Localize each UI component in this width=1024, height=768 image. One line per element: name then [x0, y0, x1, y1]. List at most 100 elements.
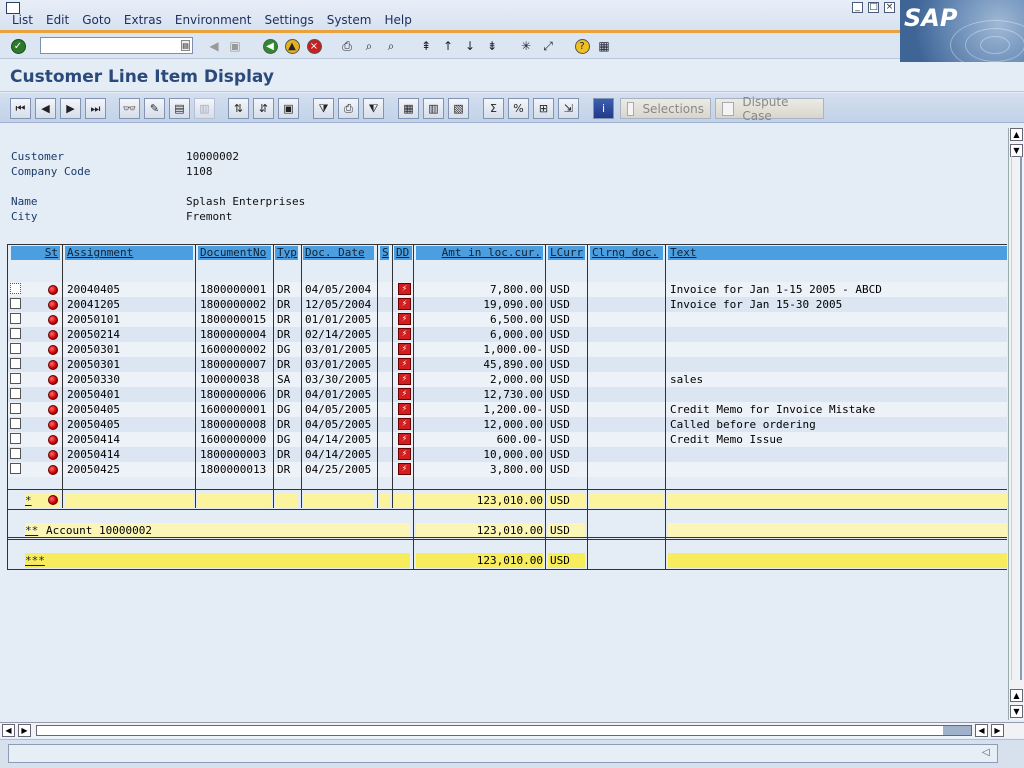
table-row[interactable]: 20050101 1800000015 DR 01/01/2005 ⚡ 6,500.00 U…: [7, 312, 1007, 327]
dispute-icon[interactable]: ⚡: [398, 448, 411, 460]
account-total-marker[interactable]: **: [25, 524, 45, 538]
dispute-icon[interactable]: ⚡: [398, 403, 411, 415]
table-row[interactable]: 20050330 100000038 SA 03/30/2005 ⚡ 2,000.00 US…: [7, 372, 1007, 387]
col-clearing-doc-header[interactable]: Clrng doc.: [590, 246, 663, 260]
table-row[interactable]: 20050301 1600000002 DG 03/01/2005 ⚡ 1,000.00-…: [7, 342, 1007, 357]
menu-extras[interactable]: Extras: [124, 13, 162, 27]
dispute-icon[interactable]: ⚡: [398, 283, 411, 295]
row-select-checkbox[interactable]: [10, 448, 21, 459]
col-doc-date-header[interactable]: Doc. Date: [303, 246, 374, 260]
grand-total-row[interactable]: *** 123,010.00 USD: [7, 553, 1007, 568]
command-field[interactable]: ▤: [40, 37, 193, 54]
next-item-icon[interactable]: ▶: [60, 98, 81, 119]
scroll-left-icon[interactable]: ◀: [2, 724, 15, 737]
row-select-checkbox[interactable]: [10, 388, 21, 399]
row-select-checkbox[interactable]: [10, 373, 21, 384]
scroll-up-icon[interactable]: ▲: [1010, 128, 1023, 141]
scroll-down-icon[interactable]: ▼: [1010, 705, 1023, 718]
exit-button[interactable]: ▲: [283, 37, 301, 55]
table-row[interactable]: 20050301 1800000007 DR 03/01/2005 ⚡ 45,890.00…: [7, 357, 1007, 372]
last-item-icon[interactable]: ⏭: [85, 98, 106, 119]
enter-button[interactable]: ✓: [9, 37, 27, 55]
horizontal-scroll-thumb[interactable]: [943, 726, 971, 735]
dispute-icon[interactable]: ⚡: [398, 433, 411, 445]
page-left-icon[interactable]: ▶: [18, 724, 31, 737]
customize-layout-icon[interactable]: ▦: [595, 37, 613, 55]
details-icon[interactable]: ▣: [278, 98, 299, 119]
first-item-icon[interactable]: ⏮: [10, 98, 31, 119]
menu-edit[interactable]: Edit: [46, 13, 69, 27]
cancel-button[interactable]: ×: [305, 37, 323, 55]
dispute-icon[interactable]: ⚡: [398, 418, 411, 430]
dispute-icon[interactable]: ⚡: [398, 358, 411, 370]
dispute-icon[interactable]: ⚡: [398, 313, 411, 325]
col-s-header[interactable]: S: [380, 246, 389, 260]
last-page-icon[interactable]: ⇟: [483, 37, 501, 55]
grid-layout-icon[interactable]: ▦: [398, 98, 419, 119]
filter-set-icon[interactable]: ⧨: [363, 98, 384, 119]
row-select-checkbox[interactable]: [10, 403, 21, 414]
minimize-icon[interactable]: _: [852, 2, 863, 13]
dispute-icon[interactable]: ⚡: [398, 298, 411, 310]
print-preview-icon[interactable]: ⎙: [338, 98, 359, 119]
menu-list[interactable]: List: [12, 13, 33, 27]
vertical-scroll-thumb[interactable]: [1011, 156, 1022, 680]
col-document-no-header[interactable]: DocumentNo: [198, 246, 271, 260]
command-history-icon[interactable]: ▤: [181, 40, 190, 51]
row-select-checkbox[interactable]: [10, 418, 21, 429]
col-status-header[interactable]: St: [11, 246, 60, 260]
dispute-icon[interactable]: ⚡: [398, 463, 411, 475]
create-session-icon[interactable]: ✳: [517, 37, 535, 55]
table-row[interactable]: 20050414 1600000000 DG 04/14/2005 ⚡ 600.00- US…: [7, 432, 1007, 447]
subtotal-marker[interactable]: *: [25, 494, 45, 508]
display-document-icon[interactable]: 👓: [119, 98, 140, 119]
menu-system[interactable]: System: [327, 13, 372, 27]
table-row[interactable]: 20040405 1800000001 DR 04/05/2004 ⚡ 7,800.00 U…: [7, 282, 1007, 297]
col-text-header[interactable]: Text: [668, 246, 1007, 260]
grand-total-marker[interactable]: ***: [25, 554, 49, 568]
col-dd-header[interactable]: DD: [394, 246, 412, 260]
account-total-row[interactable]: ** Account 10000002 123,010.00 USD: [7, 523, 1007, 538]
change-document-icon[interactable]: ✎: [144, 98, 165, 119]
filter-icon[interactable]: ⧩: [313, 98, 334, 119]
maximize-icon[interactable]: □: [868, 2, 879, 13]
page-down-icon[interactable]: ▲: [1010, 689, 1023, 702]
page-right-icon[interactable]: ◀: [975, 724, 988, 737]
row-select-checkbox[interactable]: [10, 343, 21, 354]
menu-environment[interactable]: Environment: [175, 13, 252, 27]
table-row[interactable]: 20050214 1800000004 DR 02/14/2005 ⚡ 6,000.00 U…: [7, 327, 1007, 342]
expand-icon[interactable]: ⊞: [533, 98, 554, 119]
find-icon[interactable]: ⌕: [360, 37, 378, 55]
menu-help[interactable]: Help: [384, 13, 411, 27]
col-amount-header[interactable]: Amt in loc.cur.: [416, 246, 543, 260]
vertical-scrollbar[interactable]: ▲ ▼ ▲ ▼: [1008, 128, 1024, 720]
row-select-checkbox[interactable]: [10, 433, 21, 444]
row-select-checkbox[interactable]: [10, 283, 21, 294]
menu-goto[interactable]: Goto: [82, 13, 111, 27]
back-button[interactable]: ◀: [261, 37, 279, 55]
horizontal-scrollbar[interactable]: ◀ ▶ ◀ ▶: [0, 722, 1024, 738]
dispute-icon[interactable]: ⚡: [398, 343, 411, 355]
export-icon[interactable]: ⇲: [558, 98, 579, 119]
sum-icon[interactable]: Σ: [483, 98, 504, 119]
dispute-icon[interactable]: ⚡: [398, 388, 411, 400]
dispute-icon[interactable]: ⚡: [398, 328, 411, 340]
row-select-checkbox[interactable]: [10, 463, 21, 474]
info-icon[interactable]: i: [593, 98, 614, 119]
subtotal-icon[interactable]: %: [508, 98, 529, 119]
close-window-icon[interactable]: ×: [884, 2, 895, 13]
save-layout-icon[interactable]: ▧: [448, 98, 469, 119]
first-page-icon[interactable]: ⇞: [417, 37, 435, 55]
dispute-icon[interactable]: ⚡: [398, 373, 411, 385]
sort-descending-icon[interactable]: ⇵: [253, 98, 274, 119]
find-next-icon[interactable]: ⌕: [382, 37, 400, 55]
row-select-checkbox[interactable]: [10, 358, 21, 369]
row-select-checkbox[interactable]: [10, 328, 21, 339]
col-currency-header[interactable]: LCurr: [548, 246, 585, 260]
horizontal-scroll-track[interactable]: [36, 725, 972, 736]
table-row[interactable]: 20050405 1800000008 DR 04/05/2005 ⚡ 12,000.00…: [7, 417, 1007, 432]
table-row[interactable]: 20050401 1800000006 DR 04/01/2005 ⚡ 12,730.00…: [7, 387, 1007, 402]
select-all-icon[interactable]: ▤: [169, 98, 190, 119]
subtotal-row[interactable]: * 123,010.00 USD: [7, 493, 1007, 508]
create-shortcut-icon[interactable]: ⤢: [539, 37, 557, 55]
